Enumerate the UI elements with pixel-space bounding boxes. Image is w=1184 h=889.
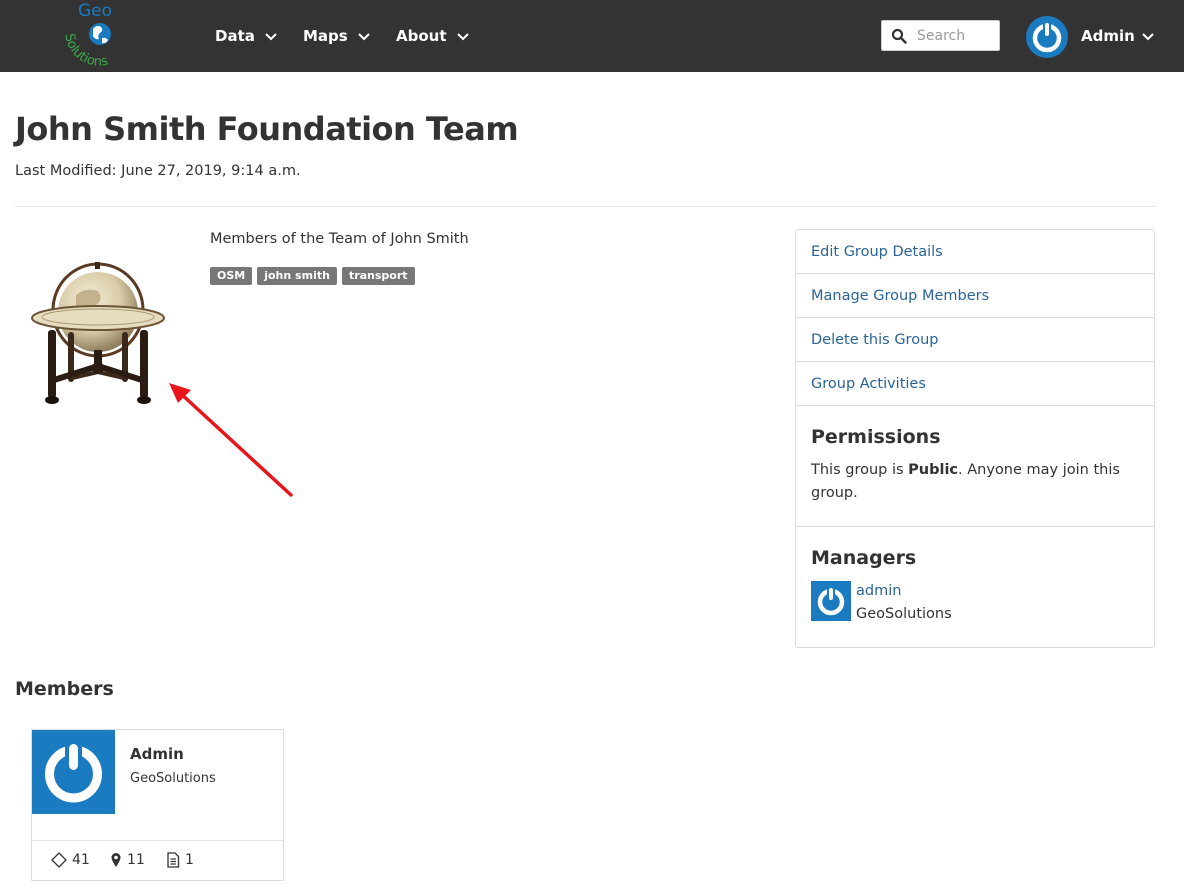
nav-about[interactable]: About	[396, 25, 470, 47]
nav-maps-label: Maps	[303, 27, 348, 45]
search-icon	[891, 28, 907, 44]
layers-count-value: 41	[72, 852, 90, 868]
members-title: Members	[15, 678, 114, 700]
last-modified: Last Modified: June 27, 2019, 9:14 a.m.	[15, 163, 301, 179]
annotation-arrow-icon	[169, 383, 293, 497]
keyword-tag[interactable]: john smith	[257, 267, 337, 285]
group-image-globe	[31, 262, 165, 404]
member-card-divider	[32, 840, 283, 841]
nav-data[interactable]: Data	[215, 25, 278, 47]
map-marker-icon	[111, 853, 121, 867]
group-actions-panel: Edit Group Details Manage Group Members …	[795, 229, 1155, 648]
manager-avatar[interactable]	[811, 581, 851, 621]
nav-about-label: About	[396, 27, 447, 45]
layers-icon	[51, 852, 67, 868]
keyword-tag[interactable]: transport	[341, 267, 415, 285]
member-card: Admin GeoSolutions 41 11 1	[31, 729, 284, 881]
permissions-text: This group is Public. Anyone may join th…	[811, 459, 1131, 505]
permissions-title: Permissions	[811, 426, 941, 448]
panel-divider	[796, 526, 1154, 527]
member-organization: GeoSolutions	[130, 771, 216, 786]
chevron-down-icon	[265, 33, 277, 41]
header-divider	[15, 206, 1155, 207]
edit-group-details-link[interactable]: Edit Group Details	[796, 230, 1154, 274]
member-layers-count[interactable]: 41	[51, 850, 90, 870]
member-avatar[interactable]	[32, 730, 115, 814]
nav-data-label: Data	[215, 27, 255, 45]
chevron-down-icon	[358, 33, 370, 41]
delete-group-link[interactable]: Delete this Group	[796, 318, 1154, 362]
documents-count-value: 1	[185, 852, 194, 868]
chevron-down-icon	[456, 33, 469, 41]
svg-text:Geo: Geo	[78, 1, 112, 21]
manage-group-members-link[interactable]: Manage Group Members	[796, 274, 1154, 318]
manager-name-link[interactable]: admin	[856, 583, 901, 599]
group-description: Members of the Team of John Smith	[210, 231, 469, 247]
top-navbar: Geo Solutions Data Maps About Admin	[0, 0, 1184, 72]
document-icon	[167, 852, 180, 868]
user-avatar[interactable]	[1026, 16, 1068, 58]
keyword-tag[interactable]: OSM	[210, 267, 253, 285]
maps-count-value: 11	[127, 852, 145, 868]
page-title: John Smith Foundation Team	[15, 110, 519, 148]
search-input[interactable]	[917, 27, 997, 44]
keyword-list: OSM john smith transport	[210, 267, 415, 285]
geosolutions-logo[interactable]: Geo Solutions	[58, 0, 140, 68]
managers-title: Managers	[811, 547, 917, 569]
manager-organization: GeoSolutions	[856, 606, 952, 622]
group-activities-link[interactable]: Group Activities	[796, 362, 1154, 406]
user-menu-label[interactable]: Admin	[1081, 25, 1135, 47]
chevron-down-icon[interactable]	[1141, 31, 1155, 41]
member-name-link[interactable]: Admin	[130, 745, 184, 763]
search-box[interactable]	[881, 20, 1000, 51]
permissions-level: Public	[908, 462, 959, 478]
permissions-prefix: This group is	[811, 462, 909, 478]
member-maps-count[interactable]: 11	[110, 850, 145, 870]
member-documents-count[interactable]: 1	[166, 850, 194, 870]
nav-maps[interactable]: Maps	[303, 25, 371, 47]
